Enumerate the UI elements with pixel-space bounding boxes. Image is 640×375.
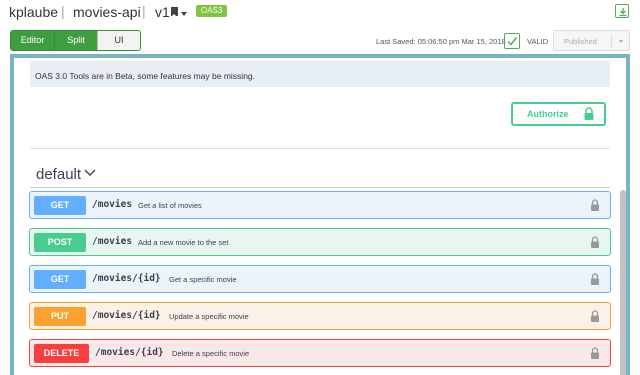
tag-divider	[30, 187, 610, 188]
operation-post-movies[interactable]: POST /movies Add a new movie to the set	[29, 228, 611, 256]
lock-icon[interactable]	[590, 273, 600, 286]
valid-status-label: VALID	[527, 37, 549, 46]
operation-summary: Get a list of movies	[138, 201, 202, 210]
top-bar: kplaube | movies-api | v1 OAS3	[0, 0, 640, 26]
method-badge: GET	[34, 196, 86, 215]
lock-icon	[584, 107, 594, 120]
valid-status-box	[504, 33, 520, 49]
owner-name[interactable]: kplaube	[9, 4, 58, 20]
published-dropdown[interactable]: Published	[553, 30, 630, 51]
version-selector[interactable]: v1	[155, 4, 170, 20]
method-badge: PUT	[34, 307, 86, 326]
api-name[interactable]: movies-api	[73, 4, 141, 20]
method-badge: POST	[34, 233, 86, 252]
download-icon	[619, 8, 627, 17]
operation-summary: Delete a specific movie	[172, 349, 250, 358]
method-badge: GET	[34, 270, 86, 289]
lock-icon[interactable]	[590, 199, 600, 212]
authorize-label: Authorize	[527, 109, 569, 119]
dropdown-divider	[611, 34, 612, 48]
beta-notice-text: OAS 3.0 Tools are in Beta, some features…	[35, 71, 256, 81]
operation-get-movies[interactable]: GET /movies Get a list of movies	[29, 191, 611, 219]
beta-notice: OAS 3.0 Tools are in Beta, some features…	[30, 61, 610, 87]
swagger-ui-panel: OAS 3.0 Tools are in Beta, some features…	[10, 54, 630, 375]
last-saved-text: Last Saved: 05:06:50 pm Mar 15, 2018	[376, 37, 506, 46]
operation-path: /movies/{id}	[92, 273, 161, 284]
operation-summary: Update a specific movie	[169, 312, 249, 321]
operation-path: /movies/{id}	[95, 347, 164, 358]
section-divider	[30, 148, 610, 149]
chevron-down-icon[interactable]	[181, 12, 187, 16]
split-mode-button[interactable]: Split	[54, 31, 97, 50]
download-button[interactable]	[615, 4, 629, 18]
oas-version-badge: OAS3	[196, 5, 228, 17]
operation-path: /movies	[92, 199, 133, 210]
breadcrumb-separator: |	[142, 3, 146, 19]
view-mode-toggle: Editor Split UI	[10, 30, 141, 51]
lock-icon[interactable]	[590, 347, 600, 360]
bookmark-icon[interactable]	[171, 7, 178, 17]
published-label: Published	[564, 37, 597, 46]
breadcrumb-separator: |	[61, 3, 65, 19]
operation-summary: Get a specific movie	[169, 275, 237, 284]
operation-put-movie[interactable]: PUT /movies/{id} Update a specific movie	[29, 302, 611, 330]
tag-heading[interactable]: default	[36, 166, 81, 183]
operation-get-movie-by-id[interactable]: GET /movies/{id} Get a specific movie	[29, 265, 611, 293]
lock-icon[interactable]	[590, 310, 600, 323]
operation-path: /movies/{id}	[92, 310, 161, 321]
chevron-down-icon[interactable]	[84, 169, 96, 177]
ui-mode-button[interactable]: UI	[97, 31, 140, 50]
operation-summary: Add a new movie to the set	[138, 238, 229, 247]
checkmark-icon	[507, 37, 518, 46]
authorize-button[interactable]: Authorize	[511, 102, 606, 126]
lock-icon[interactable]	[590, 236, 600, 249]
editor-mode-button[interactable]: Editor	[11, 31, 54, 50]
operation-path: /movies	[92, 236, 133, 247]
chevron-down-icon	[619, 40, 623, 43]
method-badge: DELETE	[34, 344, 89, 363]
scrollbar-thumb[interactable]	[620, 190, 626, 375]
operation-delete-movie[interactable]: DELETE /movies/{id} Delete a specific mo…	[29, 339, 611, 367]
